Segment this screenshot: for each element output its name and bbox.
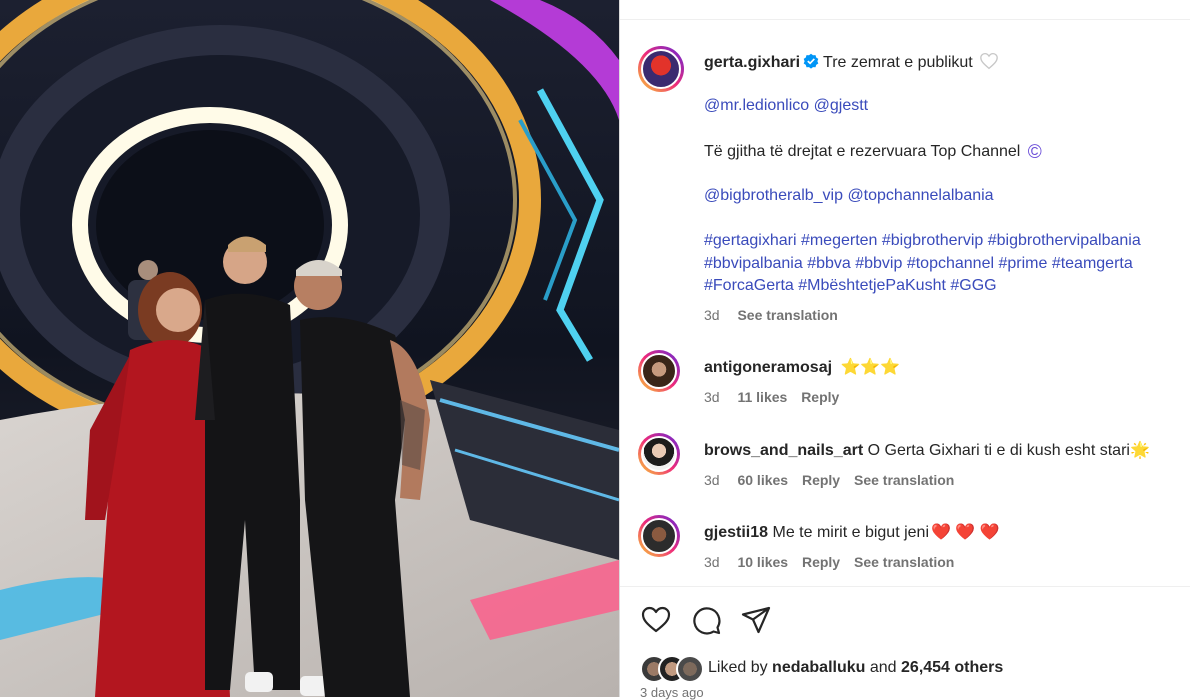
comment-text: O Gerta Gixhari ti e di kush esht stari	[867, 442, 1130, 459]
comment-3-meta: 3d 10 likes Reply See translation	[704, 554, 954, 570]
liked-by-user[interactable]: nedaballuku	[772, 659, 865, 676]
red-heart-icons: ❤️ ❤️ ❤️	[931, 524, 1000, 541]
caption-see-translation[interactable]: See translation	[737, 307, 837, 323]
reply-button[interactable]: Reply	[802, 472, 840, 488]
comment-2-meta: 3d 60 likes Reply See translation	[704, 472, 954, 488]
comment-3: gjestii18 Me te mirit e bigut jeni ❤️ ❤️ …	[704, 522, 1000, 542]
comment-1: antigoneramosaj ⭐⭐⭐	[704, 357, 900, 377]
comment-time[interactable]: 3d	[704, 472, 720, 488]
actions-divider	[620, 586, 1190, 587]
liked-by-and: and	[869, 659, 897, 676]
comment-text: Me te mirit e bigut jeni	[772, 524, 929, 541]
caption-rights: Të gjitha të drejtat e rezervuara Top Ch…	[704, 142, 1042, 164]
comment-time[interactable]: 3d	[704, 389, 720, 405]
see-translation-button[interactable]: See translation	[854, 472, 954, 488]
liker-avatar	[676, 655, 704, 683]
comment-avatar[interactable]	[638, 433, 680, 475]
comment-text: ⭐⭐⭐	[840, 359, 901, 376]
comment-likes[interactable]: 10 likes	[737, 554, 788, 570]
caption-mentions[interactable]: @mr.ledionlico @gjestt	[704, 97, 868, 115]
comment-username[interactable]: antigoneramosaj	[704, 359, 832, 376]
comment-username[interactable]: gjestii18	[704, 524, 768, 541]
heart-icon[interactable]	[640, 604, 672, 636]
comment-username[interactable]: brows_and_nails_art	[704, 442, 863, 459]
white-heart-icon	[979, 52, 998, 70]
hashtags-line-1[interactable]: #gertagixhari #megerten #bigbrothervip #…	[704, 232, 1141, 250]
comment-1-meta: 3d 11 likes Reply	[704, 389, 839, 405]
hashtags-line-2[interactable]: #bbvipalbania #bbva #bbvip #topchannel #…	[704, 255, 1133, 273]
rights-text: Të gjitha të drejtat e rezervuara Top Ch…	[704, 143, 1021, 160]
reply-button[interactable]: Reply	[801, 389, 839, 405]
post-side-panel: gerta.gixhari Tre zemrat e publikut @mr.l…	[619, 0, 1190, 700]
comment-time[interactable]: 3d	[704, 554, 720, 570]
comment-2: brows_and_nails_art O Gerta Gixhari ti e…	[704, 440, 1150, 460]
comment-avatar[interactable]	[638, 515, 680, 557]
comment-likes[interactable]: 11 likes	[737, 389, 787, 405]
caption-text: Tre zemrat e publikut	[823, 54, 973, 71]
verified-badge-icon	[803, 53, 819, 69]
comment-avatar[interactable]	[638, 350, 680, 392]
post-time[interactable]: 3d	[704, 307, 720, 323]
post-image	[0, 0, 619, 697]
liked-by-text: Liked by nedaballuku and 26,454 others	[708, 659, 1003, 677]
glowing-star-icon: 🌟	[1129, 442, 1150, 459]
hashtags-line-3[interactable]: #ForcaGerta #MbështetjePaKusht #GGG	[704, 277, 997, 295]
caption-meta: 3d See translation	[704, 307, 838, 323]
see-translation-button[interactable]: See translation	[854, 554, 954, 570]
author-avatar[interactable]	[638, 46, 684, 92]
copyright-icon: ©	[1027, 142, 1042, 163]
liked-by-prefix: Liked by	[708, 659, 768, 676]
caption-mentions-2[interactable]: @bigbrotheralb_vip @topchannelalbania	[704, 187, 994, 205]
post-photo[interactable]	[0, 0, 619, 697]
post-date[interactable]: 3 days ago	[640, 685, 704, 700]
caption-first-line: gerta.gixhari Tre zemrat e publikut	[704, 52, 999, 72]
liked-by-count[interactable]: 26,454 others	[901, 659, 1003, 676]
comment-likes[interactable]: 60 likes	[737, 472, 788, 488]
header-divider	[620, 19, 1190, 20]
share-icon[interactable]	[740, 604, 772, 636]
author-username[interactable]: gerta.gixhari	[704, 54, 800, 71]
comment-icon[interactable]	[690, 604, 722, 636]
reply-button[interactable]: Reply	[802, 554, 840, 570]
